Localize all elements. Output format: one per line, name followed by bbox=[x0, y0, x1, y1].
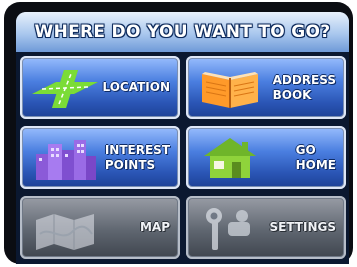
gps-device-frame: WHERE DO YOU WANT TO GO? LOCATION ADDRES… bbox=[4, 2, 353, 264]
open-book-icon bbox=[202, 72, 258, 108]
map-button[interactable]: MAP bbox=[20, 196, 180, 259]
crossroads-icon bbox=[32, 70, 98, 108]
city-buildings-icon bbox=[36, 140, 96, 180]
navigation-screen: WHERE DO YOU WANT TO GO? LOCATION ADDRES… bbox=[16, 12, 349, 264]
address-book-label: ADDRESS BOOK bbox=[272, 72, 336, 102]
go-home-button[interactable]: GO HOME bbox=[186, 126, 346, 189]
page-title: WHERE DO YOU WANT TO GO? bbox=[34, 22, 331, 42]
menu-header: WHERE DO YOU WANT TO GO? bbox=[16, 12, 349, 54]
go-home-label: GO HOME bbox=[295, 142, 336, 172]
interest-points-button[interactable]: INTEREST POINTS bbox=[20, 126, 180, 189]
map-label: MAP bbox=[139, 220, 170, 234]
tools-icon bbox=[206, 208, 250, 250]
map-icon bbox=[36, 214, 94, 250]
settings-label: SETTINGS bbox=[269, 220, 337, 234]
location-button[interactable]: LOCATION bbox=[20, 56, 180, 119]
settings-button[interactable]: SETTINGS bbox=[186, 196, 346, 259]
menu-grid: LOCATION ADDRESS BOOK INTEREST POINTS GO… bbox=[16, 52, 349, 264]
interest-points-label: INTEREST POINTS bbox=[104, 142, 170, 172]
house-icon bbox=[204, 138, 256, 178]
location-label: LOCATION bbox=[102, 80, 170, 94]
address-book-button[interactable]: ADDRESS BOOK bbox=[186, 56, 346, 119]
